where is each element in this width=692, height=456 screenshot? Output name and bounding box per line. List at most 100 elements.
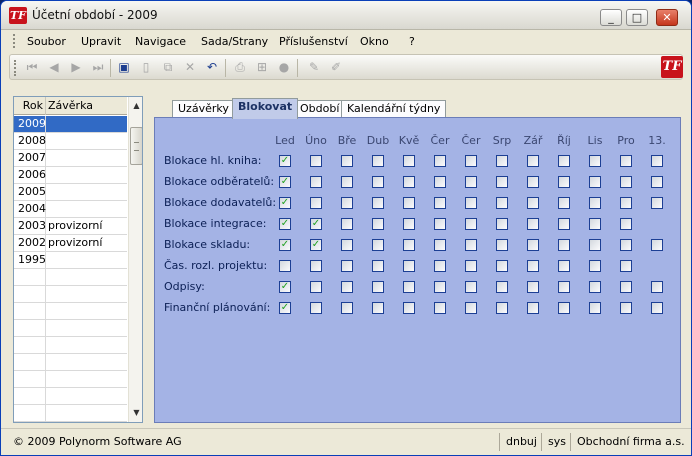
delete-icon[interactable]: ✕ [182, 59, 198, 75]
tab-blokovat[interactable]: Blokovat [232, 98, 299, 119]
block-checkbox[interactable] [527, 281, 539, 293]
block-checkbox[interactable] [527, 197, 539, 209]
block-checkbox[interactable] [620, 155, 632, 167]
block-checkbox[interactable] [589, 239, 601, 251]
block-checkbox[interactable] [310, 260, 322, 272]
menu-okno[interactable]: Okno [360, 35, 389, 48]
block-checkbox[interactable] [651, 197, 663, 209]
block-checkbox[interactable] [651, 239, 663, 251]
undo-icon[interactable]: ↶ [204, 59, 220, 75]
table-row[interactable]: 2003 provizorní [14, 218, 127, 235]
block-checkbox[interactable] [372, 302, 384, 314]
block-checkbox[interactable] [589, 155, 601, 167]
block-checkbox[interactable] [527, 239, 539, 251]
block-checkbox[interactable] [558, 197, 570, 209]
block-checkbox[interactable]: ✓ [279, 281, 291, 293]
block-checkbox[interactable] [496, 281, 508, 293]
tab-obdobi[interactable]: Období [294, 100, 346, 118]
close-button[interactable]: ✕ [656, 9, 678, 26]
table-row[interactable]: 2006 [14, 167, 127, 184]
block-checkbox[interactable] [434, 218, 446, 230]
menu-soubor[interactable]: Soubor [27, 35, 66, 48]
block-checkbox[interactable] [496, 155, 508, 167]
block-checkbox[interactable] [589, 260, 601, 272]
save-icon[interactable]: ▣ [116, 59, 132, 75]
block-checkbox[interactable] [620, 260, 632, 272]
block-checkbox[interactable] [372, 218, 384, 230]
block-checkbox[interactable] [589, 197, 601, 209]
block-checkbox[interactable] [651, 155, 663, 167]
block-checkbox[interactable] [558, 176, 570, 188]
block-checkbox[interactable] [403, 302, 415, 314]
block-checkbox[interactable] [434, 155, 446, 167]
menu-navigace[interactable]: Navigace [135, 35, 186, 48]
new-icon[interactable]: ▯ [138, 59, 154, 75]
print-icon[interactable]: ⎙ [232, 59, 248, 75]
block-checkbox[interactable] [372, 155, 384, 167]
block-checkbox[interactable] [403, 260, 415, 272]
menu-help[interactable]: ? [409, 35, 415, 48]
block-checkbox[interactable] [589, 281, 601, 293]
block-checkbox[interactable]: ✓ [310, 239, 322, 251]
block-checkbox[interactable] [651, 176, 663, 188]
block-checkbox[interactable] [651, 302, 663, 314]
block-checkbox[interactable]: ✓ [279, 218, 291, 230]
block-checkbox[interactable] [341, 281, 353, 293]
block-checkbox[interactable] [403, 155, 415, 167]
stop-icon[interactable]: ● [276, 59, 292, 75]
menu-sada-strany[interactable]: Sada/Strany [201, 35, 268, 48]
column-header-year[interactable]: Rok [14, 97, 46, 115]
block-checkbox[interactable]: ✓ [279, 155, 291, 167]
block-checkbox[interactable] [558, 218, 570, 230]
block-checkbox[interactable] [341, 260, 353, 272]
block-checkbox[interactable] [434, 176, 446, 188]
block-checkbox[interactable]: ✓ [279, 302, 291, 314]
tab-kalendarni-tydny[interactable]: Kalendářní týdny [341, 100, 447, 118]
table-row[interactable]: 2002 provizorní [14, 235, 127, 252]
block-checkbox[interactable] [310, 155, 322, 167]
block-checkbox[interactable] [496, 239, 508, 251]
block-checkbox[interactable] [465, 197, 477, 209]
block-checkbox[interactable] [465, 239, 477, 251]
block-checkbox[interactable] [620, 281, 632, 293]
block-checkbox[interactable] [279, 260, 291, 272]
block-checkbox[interactable] [527, 176, 539, 188]
block-checkbox[interactable] [372, 281, 384, 293]
scroll-down-icon[interactable]: ▼ [130, 406, 142, 420]
year-list-scrollbar[interactable]: ▲ ▼ [128, 97, 142, 422]
block-checkbox[interactable] [434, 281, 446, 293]
table-row[interactable]: 2004 [14, 201, 127, 218]
block-checkbox[interactable] [434, 239, 446, 251]
block-checkbox[interactable] [620, 239, 632, 251]
block-checkbox[interactable] [465, 218, 477, 230]
app-logo-icon[interactable]: TF [9, 7, 27, 24]
table-row[interactable]: 2005 [14, 184, 127, 201]
table-row[interactable]: 2009 [14, 116, 127, 133]
block-checkbox[interactable] [465, 260, 477, 272]
block-checkbox[interactable] [372, 239, 384, 251]
block-checkbox[interactable]: ✓ [279, 197, 291, 209]
block-checkbox[interactable] [558, 155, 570, 167]
table-row[interactable]: 2008 [14, 133, 127, 150]
menu-upravit[interactable]: Upravit [81, 35, 121, 48]
block-checkbox[interactable] [465, 281, 477, 293]
block-checkbox[interactable] [310, 197, 322, 209]
block-checkbox[interactable] [434, 197, 446, 209]
tab-uzaverky[interactable]: Uzávěrky [172, 100, 235, 118]
first-record-icon[interactable]: ⏮ [24, 59, 40, 75]
block-checkbox[interactable] [403, 281, 415, 293]
menubar-grip[interactable] [13, 34, 16, 48]
previous-record-icon[interactable]: ◀ [46, 59, 62, 75]
block-checkbox[interactable] [589, 176, 601, 188]
block-checkbox[interactable] [651, 281, 663, 293]
block-checkbox[interactable] [558, 260, 570, 272]
scroll-up-icon[interactable]: ▲ [130, 99, 142, 113]
block-checkbox[interactable] [403, 239, 415, 251]
table-row[interactable]: 1995 [14, 252, 127, 269]
block-checkbox[interactable] [496, 218, 508, 230]
block-checkbox[interactable] [527, 260, 539, 272]
block-checkbox[interactable] [527, 218, 539, 230]
copy-icon[interactable]: ⧉ [160, 59, 176, 75]
block-checkbox[interactable] [496, 302, 508, 314]
block-checkbox[interactable] [403, 197, 415, 209]
